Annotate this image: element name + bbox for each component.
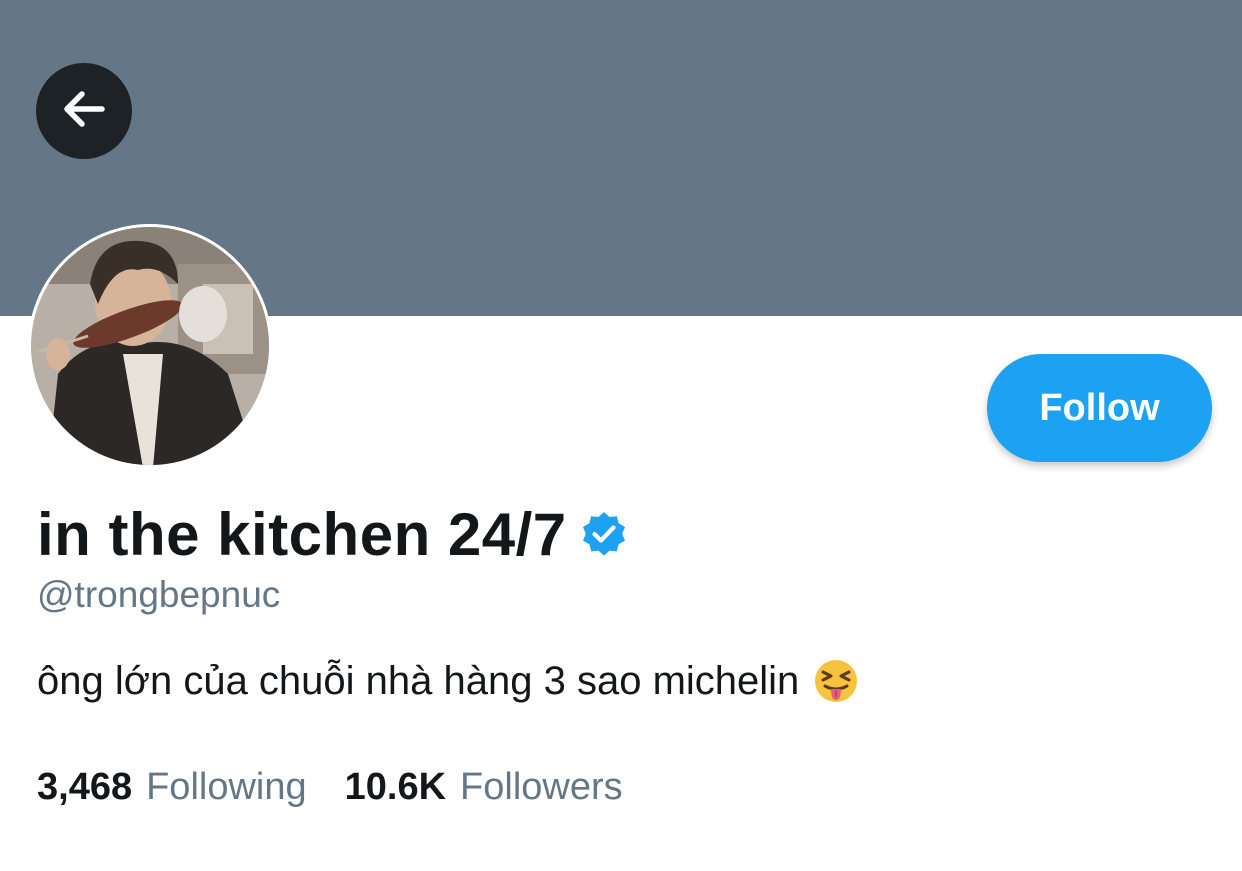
- profile-name-row: in the kitchen 24/7: [37, 498, 629, 570]
- squinting-face-with-tongue-icon: [813, 658, 859, 704]
- avatar[interactable]: [28, 224, 272, 468]
- followers-stat[interactable]: 10.6K Followers: [345, 766, 623, 809]
- following-stat[interactable]: 3,468 Following: [37, 766, 307, 809]
- follow-button[interactable]: Follow: [987, 354, 1212, 462]
- profile-page: Follow in the kitchen 24/7 @trongbepnuc …: [0, 0, 1242, 871]
- profile-bio: ông lớn của chuỗi nhà hàng 3 sao micheli…: [37, 658, 859, 704]
- profile-stats: 3,468 Following 10.6K Followers: [37, 766, 623, 809]
- followers-label: Followers: [460, 766, 623, 808]
- display-name: in the kitchen 24/7: [37, 500, 567, 568]
- following-label: Following: [146, 766, 307, 808]
- back-button[interactable]: [36, 63, 132, 159]
- arrow-left-icon: [58, 83, 110, 140]
- verified-badge-icon: [579, 509, 629, 559]
- followers-count: 10.6K: [344, 766, 447, 808]
- profile-handle: @trongbepnuc: [37, 574, 281, 615]
- following-count: 3,468: [37, 766, 133, 808]
- bio-text: ông lớn của chuỗi nhà hàng 3 sao micheli…: [37, 658, 800, 703]
